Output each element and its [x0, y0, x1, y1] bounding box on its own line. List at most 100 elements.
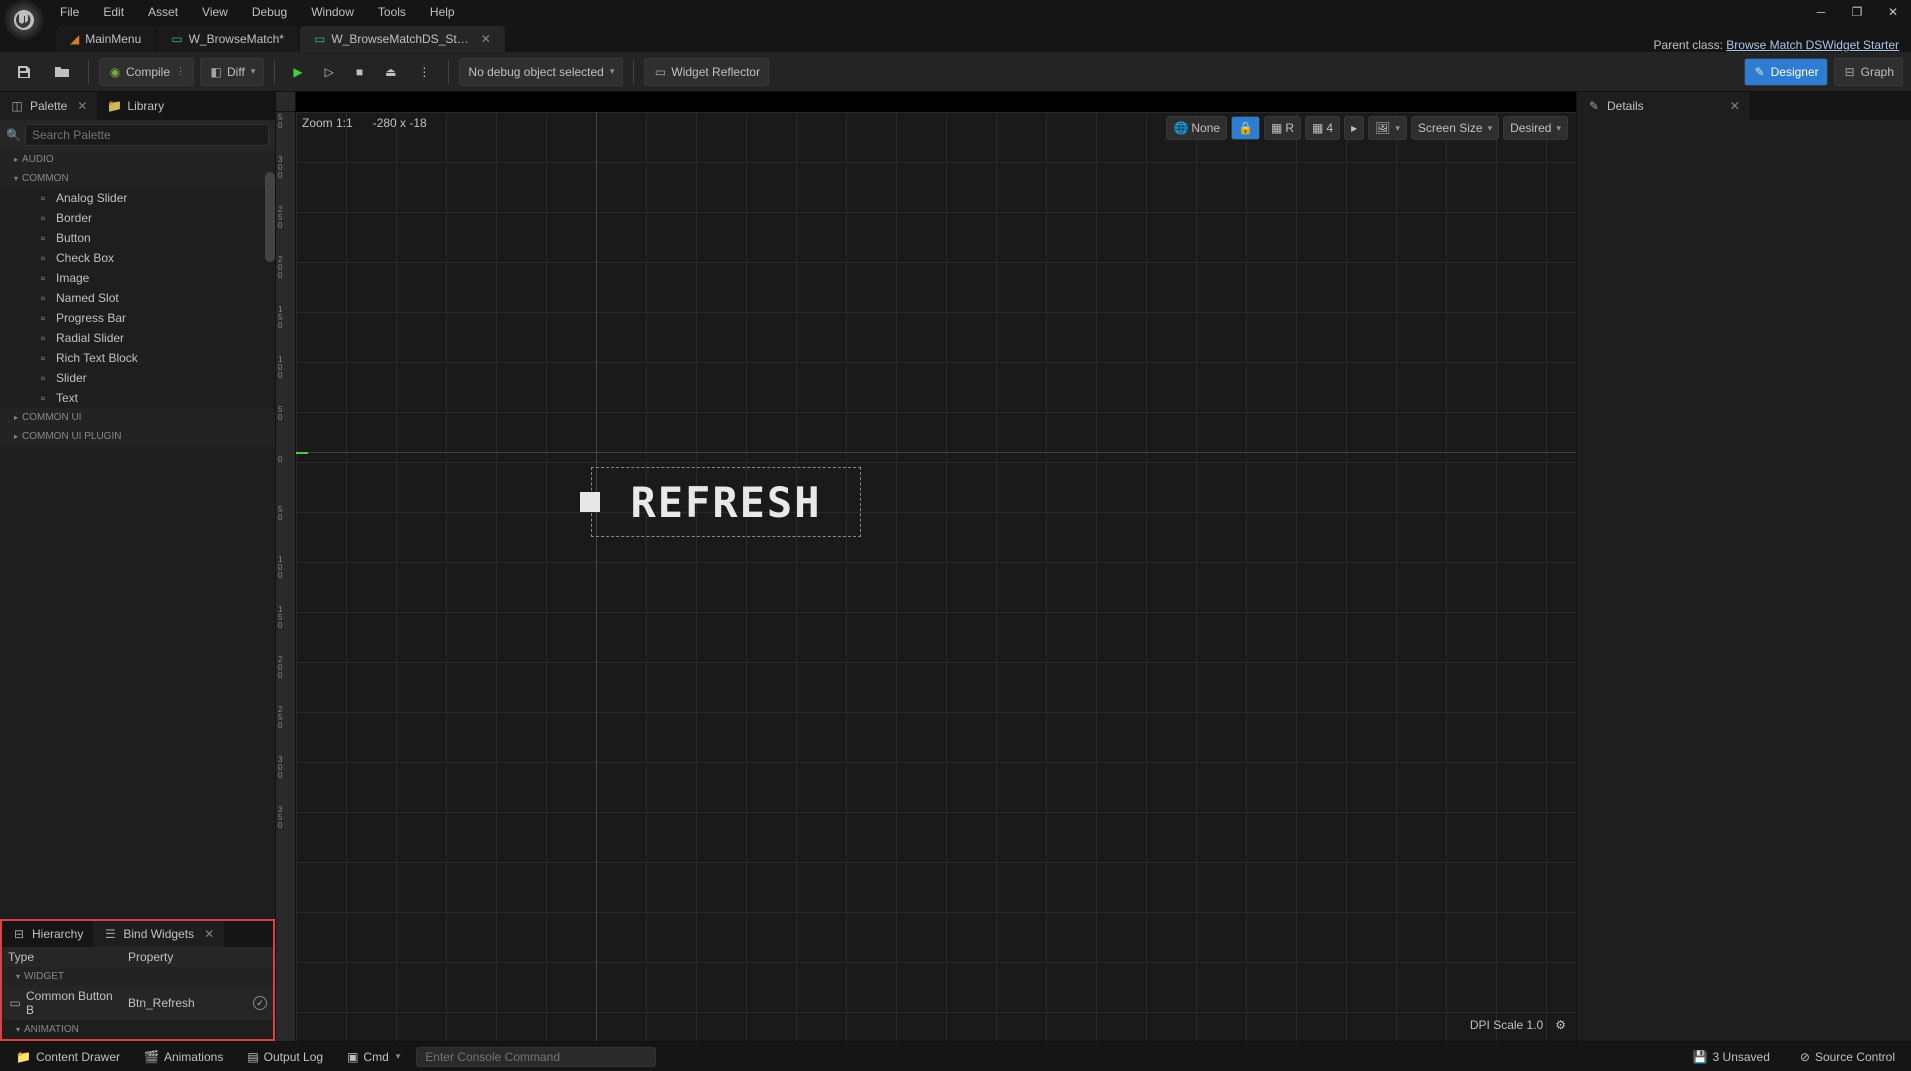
- menu-asset[interactable]: Asset: [136, 1, 190, 23]
- menu-debug[interactable]: Debug: [240, 1, 299, 23]
- window-close-icon[interactable]: ✕: [1875, 0, 1911, 24]
- menu-window[interactable]: Window: [299, 1, 366, 23]
- widget-icon: ▭: [8, 996, 22, 1010]
- window-minimize-icon[interactable]: ─: [1803, 0, 1839, 24]
- close-icon[interactable]: ✕: [77, 99, 87, 113]
- eject-button[interactable]: ⏏: [377, 58, 404, 86]
- log-icon: ▤: [247, 1050, 258, 1064]
- zoom-label: Zoom 1:1: [302, 116, 353, 130]
- origin-line-horizontal: [296, 452, 1576, 453]
- asset-tab[interactable]: ◢MainMenu: [56, 26, 155, 52]
- hierarchy-tab[interactable]: ⊟ Hierarchy: [2, 921, 93, 947]
- play-options-button[interactable]: ⋮: [410, 58, 438, 86]
- settings-icon[interactable]: ⚙: [1555, 1018, 1566, 1032]
- widget-type-icon: ▫: [36, 351, 50, 365]
- menu-help[interactable]: Help: [418, 1, 467, 23]
- widget-section-header[interactable]: WIDGET: [2, 967, 273, 986]
- column-type-header: Type: [8, 950, 128, 964]
- widget-type-icon: ▫: [36, 291, 50, 305]
- close-icon[interactable]: ✕: [204, 927, 214, 941]
- lock-button[interactable]: 🔒: [1231, 116, 1260, 140]
- widget-type-icon: ▫: [36, 251, 50, 265]
- close-icon[interactable]: ✕: [1730, 99, 1740, 113]
- widget-reflector-button[interactable]: ▭ Widget Reflector: [644, 58, 769, 86]
- grid-snap-button[interactable]: ▦4: [1305, 116, 1340, 140]
- menu-view[interactable]: View: [190, 1, 240, 23]
- outline-button[interactable]: ▸: [1344, 116, 1364, 140]
- screen-size-dropdown[interactable]: Screen Size▾: [1411, 116, 1499, 140]
- parent-class-link[interactable]: Browse Match DSWidget Starter: [1726, 38, 1899, 52]
- palette-item[interactable]: ▫Radial Slider: [0, 328, 275, 348]
- asset-tab[interactable]: ▭W_BrowseMatch*: [157, 26, 298, 52]
- output-log-button[interactable]: ▤Output Log: [239, 1046, 331, 1068]
- palette-section[interactable]: COMMON: [0, 169, 275, 188]
- palette-item[interactable]: ▫Border: [0, 208, 275, 228]
- palette-tab[interactable]: ◫ Palette ✕: [0, 92, 97, 120]
- palette-item[interactable]: ▫Text: [0, 388, 275, 408]
- close-icon[interactable]: ✕: [481, 32, 491, 46]
- stop-button[interactable]: ■: [348, 58, 371, 86]
- content-drawer-button[interactable]: 📁Content Drawer: [8, 1046, 128, 1068]
- unsaved-button[interactable]: 💾3 Unsaved: [1685, 1046, 1778, 1068]
- image-button[interactable]: 🖼▾: [1368, 116, 1407, 140]
- grid-icon: ▦: [1312, 121, 1323, 135]
- asset-tab[interactable]: ▭W_BrowseMatchDS_St…✕: [300, 26, 505, 52]
- designer-canvas[interactable]: Zoom 1:1 -280 x -18 🌐None 🔒 ▦R ▦4 ▸ 🖼▾ S…: [296, 112, 1576, 1041]
- menu-tools[interactable]: Tools: [366, 1, 418, 23]
- bind-widget-row[interactable]: ▭Common Button B Btn_Refresh ✓: [2, 986, 273, 1020]
- bind-widgets-tab[interactable]: ☰ Bind Widgets ✕: [93, 921, 224, 947]
- search-icon: 🔍: [6, 128, 21, 142]
- menu-edit[interactable]: Edit: [91, 1, 136, 23]
- cmd-dropdown[interactable]: ▣Cmd▾: [339, 1046, 408, 1068]
- palette-item[interactable]: ▫Button: [0, 228, 275, 248]
- diff-button[interactable]: ◧ Diff ▾: [200, 58, 264, 86]
- menu-file[interactable]: File: [48, 1, 91, 23]
- save-icon: 💾: [1693, 1050, 1708, 1064]
- animations-button[interactable]: 🎬Animations: [136, 1046, 231, 1068]
- compile-button[interactable]: ◉ Compile ⋮: [99, 58, 194, 86]
- image-icon: 🖼: [1375, 121, 1390, 135]
- palette-search-input[interactable]: [25, 124, 269, 146]
- layout-transform-button[interactable]: ▦R: [1264, 116, 1301, 140]
- reflector-icon: ▭: [653, 65, 667, 79]
- palette-item[interactable]: ▫Check Box: [0, 248, 275, 268]
- diff-icon: ◧: [209, 65, 223, 79]
- scrollbar[interactable]: [265, 172, 275, 262]
- palette-item[interactable]: ▫Slider: [0, 368, 275, 388]
- palette-section[interactable]: COMMON UI PLUGIN: [0, 427, 275, 446]
- debug-object-dropdown[interactable]: No debug object selected▾: [459, 58, 623, 86]
- refresh-button-widget[interactable]: REFRESH: [591, 467, 861, 537]
- localization-button[interactable]: 🌐None: [1166, 116, 1227, 140]
- source-control-icon: ⊘: [1800, 1050, 1810, 1064]
- window-restore-icon[interactable]: ❐: [1839, 0, 1875, 24]
- save-icon[interactable]: [8, 58, 40, 86]
- graph-mode-button[interactable]: ⊟ Graph: [1834, 58, 1903, 86]
- widget-handle[interactable]: [580, 492, 600, 512]
- palette-item[interactable]: ▫Image: [0, 268, 275, 288]
- designer-mode-button[interactable]: ✎ Designer: [1744, 58, 1828, 86]
- library-tab[interactable]: 📁 Library: [97, 92, 174, 120]
- details-icon: ✎: [1587, 99, 1601, 113]
- lock-icon: 🔒: [1238, 121, 1253, 135]
- palette-item[interactable]: ▫Rich Text Block: [0, 348, 275, 368]
- unreal-logo-icon[interactable]: [4, 0, 44, 40]
- play-button[interactable]: ▶: [285, 58, 310, 86]
- source-control-button[interactable]: ⊘Source Control: [1792, 1046, 1903, 1068]
- console-input[interactable]: [416, 1047, 656, 1067]
- step-button[interactable]: ▷: [317, 58, 342, 86]
- palette-section[interactable]: COMMON UI: [0, 408, 275, 427]
- vertical-ruler: 3503002502001501005005010015020025030035…: [276, 112, 296, 1041]
- browse-icon[interactable]: [46, 58, 78, 86]
- palette-section[interactable]: AUDIO: [0, 150, 275, 169]
- dpi-scale-label: DPI Scale 1.0: [1470, 1018, 1543, 1032]
- fill-mode-dropdown[interactable]: Desired▾: [1503, 116, 1568, 140]
- bind-icon: ☰: [103, 927, 117, 941]
- graph-icon: ⊟: [1843, 65, 1857, 79]
- palette-item[interactable]: ▫Progress Bar: [0, 308, 275, 328]
- widget-type-icon: ▫: [36, 211, 50, 225]
- palette-item[interactable]: ▫Named Slot: [0, 288, 275, 308]
- palette-item[interactable]: ▫Analog Slider: [0, 188, 275, 208]
- compile-icon: ◉: [108, 65, 122, 79]
- animation-section-header[interactable]: ANIMATION: [2, 1020, 273, 1039]
- details-tab[interactable]: ✎ Details ✕: [1577, 92, 1750, 120]
